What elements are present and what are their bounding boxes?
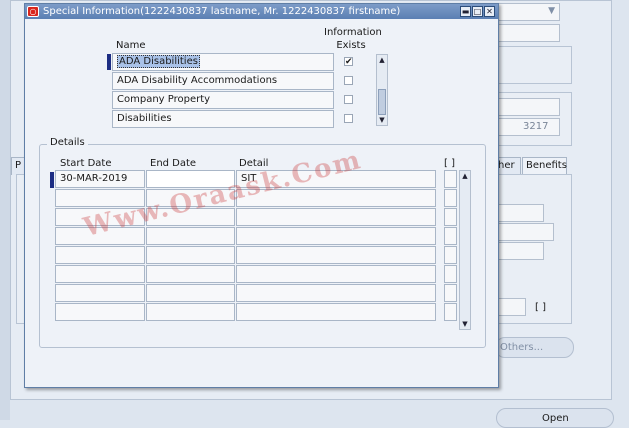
background-field-1[interactable]: [498, 24, 560, 42]
name-field[interactable]: ADA Disabilities: [112, 53, 334, 71]
end-date-field[interactable]: [146, 246, 235, 264]
scroll-thumb[interactable]: [378, 89, 386, 115]
others-button[interactable]: Others...: [495, 337, 574, 358]
name-field[interactable]: ADA Disability Accommodations: [112, 72, 334, 90]
start-date-field[interactable]: [55, 284, 145, 302]
maximize-icon[interactable]: □: [472, 6, 483, 17]
end-date-field[interactable]: [146, 189, 235, 207]
detail-field[interactable]: [236, 208, 436, 226]
detail-record-indicator: [50, 172, 54, 188]
tab-benefits[interactable]: Benefits: [522, 157, 567, 175]
detail-field[interactable]: [236, 227, 436, 245]
detail-field[interactable]: [236, 189, 436, 207]
information-exists-checkbox[interactable]: [344, 114, 353, 123]
background-field-id[interactable]: 3217: [498, 118, 560, 136]
flexfield-cell[interactable]: [444, 265, 457, 283]
minimize-icon[interactable]: ▬: [460, 6, 471, 17]
information-exists-checkbox[interactable]: [344, 76, 353, 85]
flexfield-cell[interactable]: [444, 284, 457, 302]
current-record-indicator: [107, 54, 111, 70]
scroll-up-icon[interactable]: ▲: [460, 171, 470, 181]
name-text: ADA Disabilities: [117, 55, 200, 68]
open-button[interactable]: Open: [496, 408, 614, 428]
flexfield-header: [ ]: [444, 158, 455, 169]
others-button-label: Others...: [500, 342, 544, 353]
start-date-field[interactable]: [55, 265, 145, 283]
title-bar[interactable]: ○ Special Information(1222430837 lastnam…: [25, 4, 498, 19]
end-date-field[interactable]: [146, 208, 235, 226]
detail-field[interactable]: SIT: [236, 170, 436, 188]
background-tab-partial-label: P: [15, 160, 22, 171]
end-date-field[interactable]: [146, 303, 235, 321]
special-information-window: ○ Special Information(1222430837 lastnam…: [24, 3, 499, 388]
detail-field[interactable]: [236, 246, 436, 264]
information-exists-header: Information Exists: [324, 27, 382, 51]
background-field-3[interactable]: [498, 204, 544, 222]
left-strip: [0, 0, 10, 420]
background-field-2[interactable]: [498, 98, 560, 116]
background-field-4[interactable]: [498, 223, 554, 241]
start-date-field[interactable]: [55, 189, 145, 207]
end-date-field[interactable]: [146, 227, 235, 245]
scroll-down-icon[interactable]: ▼: [460, 319, 470, 329]
open-button-label: Open: [542, 413, 569, 424]
details-label: Details: [47, 137, 88, 148]
window-title: Special Information(1222430837 lastname,…: [43, 6, 401, 17]
end-date-field[interactable]: [146, 170, 235, 188]
start-date-field[interactable]: 30-MAR-2019: [55, 170, 145, 188]
detail-field[interactable]: [236, 265, 436, 283]
background-id-text: 3217: [523, 121, 549, 132]
end-date-field[interactable]: [146, 265, 235, 283]
flexfield-cell[interactable]: [444, 303, 457, 321]
start-date-header: Start Date: [60, 158, 112, 169]
special-info-scrollbar[interactable]: ▲ ▼: [376, 54, 388, 126]
details-scrollbar[interactable]: ▲ ▼: [459, 170, 471, 330]
start-date-field[interactable]: [55, 208, 145, 226]
scroll-down-icon[interactable]: ▼: [377, 115, 387, 125]
tab-benefits-label: Benefits: [526, 160, 567, 171]
tab-other-label: her: [498, 160, 515, 171]
close-icon[interactable]: ✕: [484, 6, 495, 17]
background-flex-bracket: [ ]: [535, 302, 546, 313]
name-field[interactable]: Disabilities: [112, 110, 334, 128]
flexfield-cell[interactable]: [444, 246, 457, 264]
background-field-5[interactable]: [498, 242, 544, 260]
oracle-icon: ○: [27, 6, 39, 17]
start-date-field[interactable]: [55, 227, 145, 245]
flexfield-cell[interactable]: [444, 189, 457, 207]
background-dropdown[interactable]: ▼: [498, 3, 560, 21]
background-field-6[interactable]: [498, 298, 526, 316]
scroll-up-icon[interactable]: ▲: [377, 55, 387, 65]
start-date-field[interactable]: [55, 303, 145, 321]
background-tab-partial[interactable]: P: [11, 157, 25, 175]
information-exists-checkbox[interactable]: [344, 95, 353, 104]
detail-field[interactable]: [236, 284, 436, 302]
chevron-down-icon: ▼: [548, 6, 555, 16]
end-date-field[interactable]: [146, 284, 235, 302]
detail-field[interactable]: [236, 303, 436, 321]
flexfield-cell[interactable]: [444, 208, 457, 226]
flexfield-cell[interactable]: [444, 227, 457, 245]
information-exists-checkbox[interactable]: ✔: [344, 57, 353, 67]
flexfield-cell[interactable]: [444, 170, 457, 188]
start-date-field[interactable]: [55, 246, 145, 264]
end-date-header: End Date: [150, 158, 197, 169]
detail-header: Detail: [239, 158, 269, 169]
background-panel-right: [497, 46, 572, 84]
name-field[interactable]: Company Property: [112, 91, 334, 109]
name-header: Name: [116, 40, 146, 51]
